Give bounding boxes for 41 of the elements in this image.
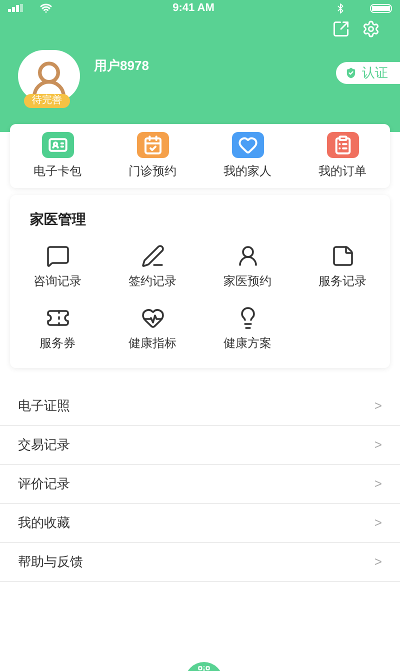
battery-icon xyxy=(370,4,392,12)
wifi-icon xyxy=(40,2,52,14)
menu-label: 交易记录 xyxy=(18,436,70,454)
username: 用户8978 xyxy=(94,57,149,75)
menu-label: 我的收藏 xyxy=(18,514,70,532)
service-label[interactable]: 服务券 xyxy=(40,334,76,352)
pen-icon xyxy=(140,244,164,268)
shortcut-label[interactable]: 我的订单 xyxy=(318,162,366,180)
chat-icon xyxy=(46,244,70,268)
menu-row[interactable]: 电子证照 > xyxy=(0,387,400,426)
chevron-text: > xyxy=(374,436,382,454)
avatar-badge: 待完善 xyxy=(24,94,70,108)
note-icon xyxy=(330,244,354,268)
status-time: 9:41 AM xyxy=(172,0,214,16)
menu-row[interactable]: 我的收藏 > xyxy=(0,504,400,543)
chevron-text: > xyxy=(374,475,382,494)
service-label[interactable]: 签约记录 xyxy=(128,272,176,290)
service-label[interactable]: 咨询记录 xyxy=(34,272,82,290)
section-title: 家医管理 xyxy=(30,210,87,229)
service-label[interactable]: 健康方案 xyxy=(224,334,272,352)
settings-button[interactable] xyxy=(362,20,380,38)
heart-pulse-icon xyxy=(140,306,164,330)
signal-icon xyxy=(8,4,24,12)
menu-label: 帮助与反馈 xyxy=(18,553,83,572)
chevron-text: > xyxy=(374,397,382,416)
menu-row[interactable]: 评价记录 > xyxy=(0,465,400,504)
chevron-text: > xyxy=(374,514,382,532)
shortcut-label[interactable]: 门诊预约 xyxy=(128,162,176,180)
menu-label: 评价记录 xyxy=(18,475,70,494)
shortcut-label[interactable]: 电子卡包 xyxy=(34,162,82,180)
menu-row[interactable]: 交易记录 > xyxy=(0,426,400,465)
menu-label: 电子证照 xyxy=(18,397,70,416)
shortcut-label[interactable]: 我的家人 xyxy=(224,162,272,180)
chevron-text: > xyxy=(374,553,382,572)
service-label[interactable]: 家医预约 xyxy=(224,272,272,290)
bluetooth-icon xyxy=(335,2,346,14)
service-label[interactable]: 健康指标 xyxy=(128,334,176,352)
service-label[interactable]: 服务记录 xyxy=(318,272,366,290)
shield-check-icon xyxy=(344,66,358,80)
menu-row[interactable]: 帮助与反馈 > xyxy=(0,543,400,582)
share-button[interactable] xyxy=(332,20,350,38)
